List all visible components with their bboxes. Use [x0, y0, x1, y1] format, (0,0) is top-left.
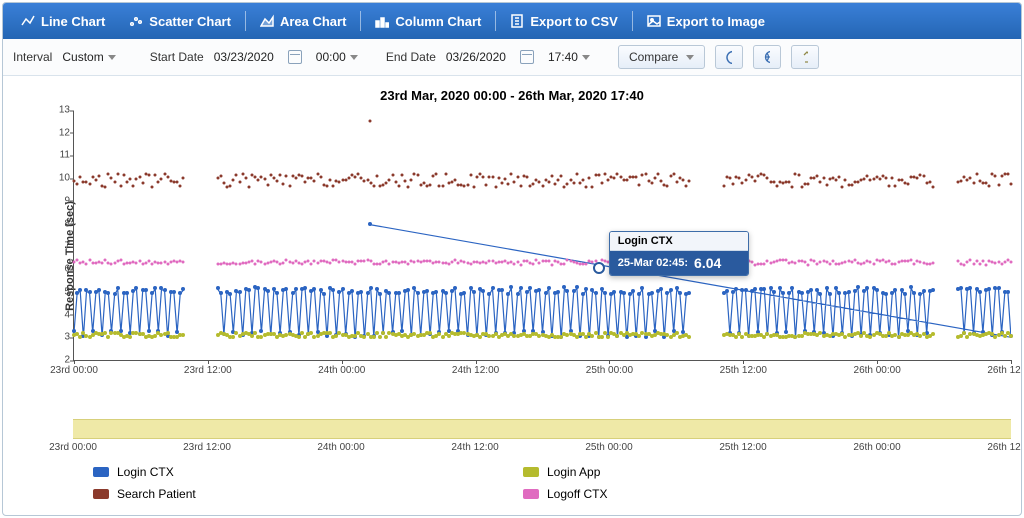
swatch	[93, 467, 109, 477]
separator	[360, 11, 361, 31]
legend-item-search-patient[interactable]: Search Patient	[93, 487, 523, 501]
interval-dropdown[interactable]: Custom	[62, 50, 115, 64]
swatch	[523, 467, 539, 477]
line-chart-icon	[21, 14, 35, 28]
separator	[495, 11, 496, 31]
start-time-field[interactable]: 00:00	[316, 50, 358, 64]
scale-button[interactable]	[791, 45, 819, 69]
filter-bar: Interval Custom Start Date 03/23/2020 00…	[3, 39, 1021, 76]
area-chart-icon	[260, 14, 274, 28]
chevron-down-icon	[108, 55, 116, 60]
globe-button[interactable]	[753, 45, 781, 69]
export-image-icon	[647, 14, 661, 28]
tooltip-value: 6.04	[694, 255, 721, 271]
tab-line-chart[interactable]: Line Chart	[11, 3, 115, 39]
chart-title: 23rd Mar, 2020 00:00 - 26th Mar, 2020 17…	[13, 88, 1011, 103]
tooltip-series: Login CTX	[610, 232, 748, 251]
data-layer	[74, 111, 1011, 360]
legend-item-login-app[interactable]: Login App	[523, 465, 953, 479]
chevron-down-icon	[582, 55, 590, 60]
tooltip-marker	[593, 262, 605, 274]
calendar-icon[interactable]	[288, 50, 302, 64]
tab-scatter-chart[interactable]: Scatter Chart	[119, 3, 241, 39]
scale-icon	[802, 50, 808, 64]
legend: Login CTX Search Patient Login App Logof…	[93, 465, 1011, 501]
export-label: Export to Image	[667, 14, 765, 29]
refresh-icon	[726, 50, 732, 64]
calendar-icon[interactable]	[520, 50, 534, 64]
start-date-field[interactable]: 03/23/2020	[214, 50, 274, 64]
end-date-label: End Date	[386, 50, 436, 64]
chevron-down-icon	[350, 55, 358, 60]
plot-area[interactable]: Login CTX 25-Mar 02:45: 6.04 23456789101…	[73, 111, 1011, 361]
separator	[245, 11, 246, 31]
start-date-label: Start Date	[150, 50, 204, 64]
tab-label: Scatter Chart	[149, 14, 231, 29]
export-to-image[interactable]: Export to Image	[637, 3, 775, 39]
export-label: Export to CSV	[530, 14, 617, 29]
tab-label: Line Chart	[41, 14, 105, 29]
compare-button[interactable]: Compare	[618, 45, 705, 69]
chart-container: 23rd Mar, 2020 00:00 - 26th Mar, 2020 17…	[3, 76, 1021, 515]
tab-area-chart[interactable]: Area Chart	[250, 3, 356, 39]
export-csv-icon	[510, 14, 524, 28]
globe-icon	[764, 50, 770, 64]
legend-item-logoff-ctx[interactable]: Logoff CTX	[523, 487, 953, 501]
tooltip: Login CTX 25-Mar 02:45: 6.04	[609, 231, 749, 276]
tab-label: Column Chart	[395, 14, 481, 29]
end-date-field[interactable]: 03/26/2020	[446, 50, 506, 64]
separator	[632, 11, 633, 31]
chevron-down-icon	[686, 55, 694, 60]
interval-label: Interval	[13, 50, 52, 64]
refresh-button[interactable]	[715, 45, 743, 69]
chart-toolbar: Line Chart Scatter Chart Area Chart Colu…	[3, 3, 1021, 39]
swatch	[93, 489, 109, 499]
tab-label: Area Chart	[280, 14, 346, 29]
tab-column-chart[interactable]: Column Chart	[365, 3, 491, 39]
tooltip-timestamp: 25-Mar 02:45:	[618, 257, 688, 269]
chart-panel: Response Time (sec) Login CTX 25-Mar 02:…	[47, 111, 1011, 401]
export-to-csv[interactable]: Export to CSV	[500, 3, 627, 39]
column-chart-icon	[375, 14, 389, 28]
interval-value: Custom	[62, 50, 103, 64]
legend-item-login-ctx[interactable]: Login CTX	[93, 465, 523, 479]
scatter-chart-icon	[129, 14, 143, 28]
end-time-field[interactable]: 17:40	[548, 50, 590, 64]
swatch	[523, 489, 539, 499]
overview-strip[interactable]: 23rd 00:0023rd 12:0024th 00:0024th 12:00…	[73, 419, 1011, 439]
